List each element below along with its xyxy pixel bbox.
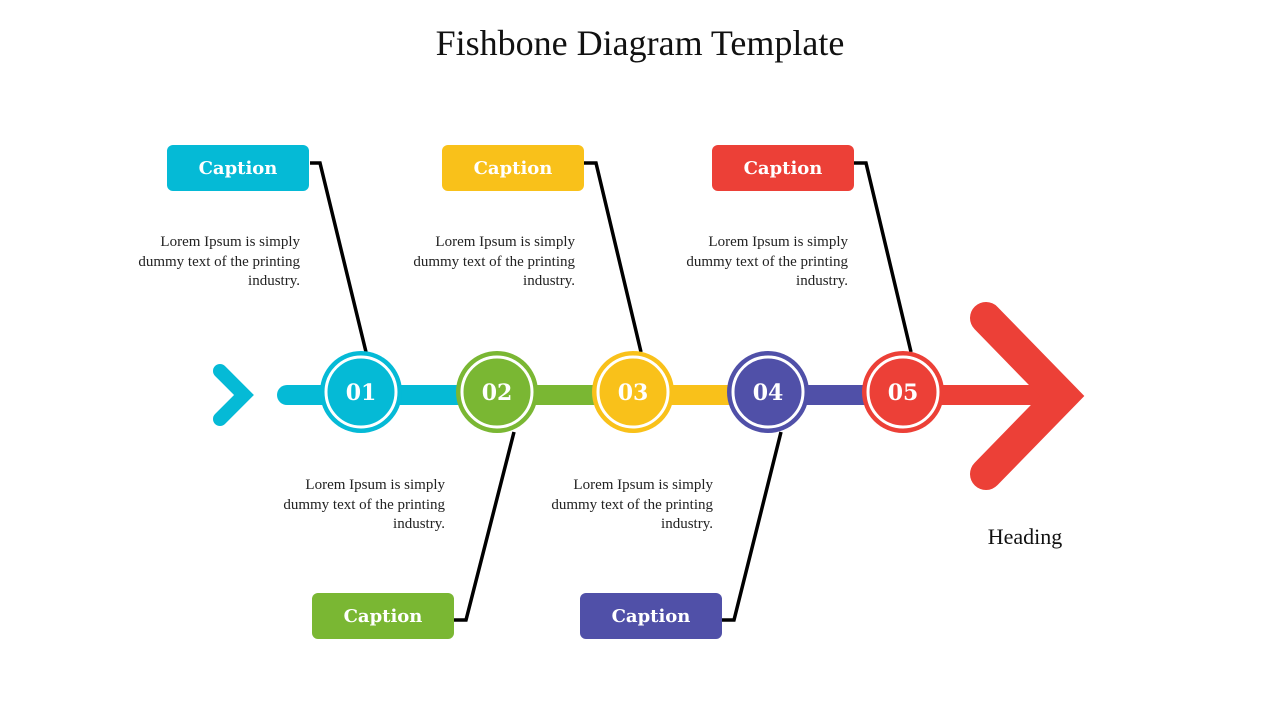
- caption-box-04: Caption: [580, 593, 722, 639]
- description-05: Lorem Ipsum is simply dummy text of the …: [686, 234, 848, 289]
- node-04: 04: [727, 351, 809, 433]
- caption-box-05: Caption: [712, 145, 854, 191]
- node-03: 03: [592, 351, 674, 433]
- description-03: Lorem Ipsum is simply dummy text of the …: [413, 234, 575, 289]
- connector-line-5: [854, 161, 913, 353]
- caption-box-02: Caption: [312, 593, 454, 639]
- description-01: Lorem Ipsum is simply dummy text of the …: [138, 234, 300, 289]
- node-01: 01: [320, 351, 402, 433]
- description-04: Lorem Ipsum is simply dummy text of the …: [551, 477, 713, 532]
- node-label: 04: [753, 380, 784, 406]
- heading-label: Heading: [987, 524, 1063, 549]
- caption-box-03: Caption: [442, 145, 584, 191]
- node-label: 03: [618, 380, 649, 406]
- node-label: 05: [888, 380, 919, 406]
- tail-chevron-icon: [213, 364, 254, 426]
- connector-line-3: [584, 161, 643, 353]
- node-label: 01: [346, 380, 377, 406]
- description-02: Lorem Ipsum is simply dummy text of the …: [283, 477, 445, 532]
- node-label: 02: [482, 380, 513, 406]
- caption-box-01: Caption: [167, 145, 309, 191]
- connector-line-1: [310, 161, 368, 353]
- node-05: 05: [862, 351, 944, 433]
- connector-line-4: [722, 431, 783, 622]
- connector-line-2: [454, 431, 516, 622]
- node-02: 02: [456, 351, 538, 433]
